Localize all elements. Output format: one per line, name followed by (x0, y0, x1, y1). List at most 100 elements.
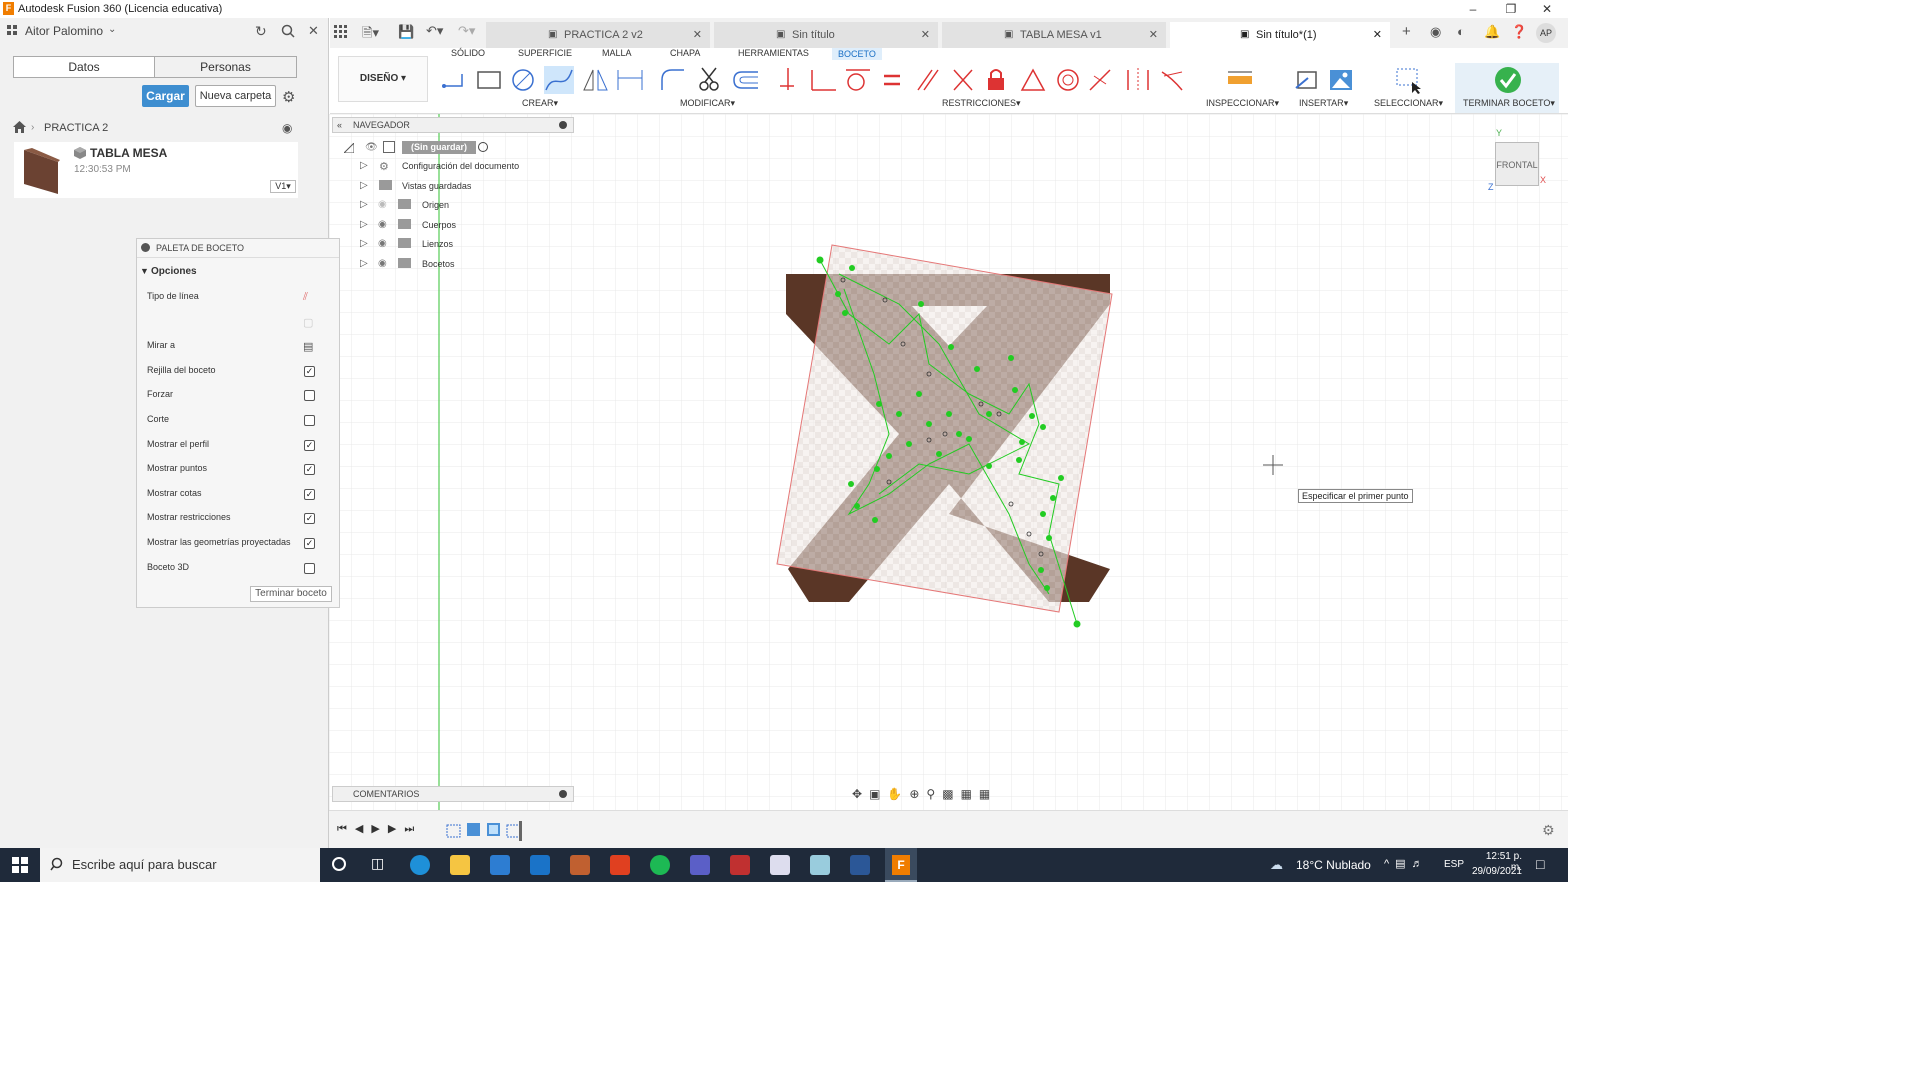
display-settings-icon[interactable]: ▩ (942, 787, 960, 801)
volume-icon[interactable]: ♬ (1412, 858, 1429, 870)
subtab-5[interactable]: BOCETO (832, 48, 882, 60)
word-icon[interactable] (850, 855, 870, 875)
gear-icon[interactable]: ⚙ (1542, 822, 1555, 839)
subtab-1[interactable]: SUPERFICIE (518, 48, 572, 58)
navigator-item[interactable]: Configuración del documento (402, 161, 519, 171)
new-folder-button[interactable]: Nueva carpeta (195, 85, 276, 107)
section-opciones[interactable]: Opciones (151, 266, 197, 277)
tree-expand-icon[interactable]: ▷ (360, 199, 368, 210)
windows-start-icon[interactable] (12, 857, 28, 876)
timeline-sketch-icon[interactable] (446, 824, 461, 838)
job-status-icon[interactable]: ◐ (1457, 24, 1465, 39)
palette-checkbox[interactable]: ✓ (304, 513, 315, 525)
navigator-item[interactable]: Vistas guardadas (402, 181, 471, 191)
fit-icon[interactable]: ⚲ (926, 787, 942, 801)
curvature-icon[interactable] (1161, 71, 1183, 91)
tab-personas[interactable]: Personas (154, 56, 297, 78)
version-badge[interactable]: V1▾ (270, 180, 296, 193)
pan-hand-icon[interactable]: ✋ (887, 787, 909, 801)
action-center-icon[interactable]: □ (1536, 856, 1544, 872)
close-tab-icon[interactable]: ✕ (693, 22, 702, 48)
coincident-icon[interactable] (811, 70, 836, 91)
subtab-0[interactable]: SÓLIDO (451, 48, 485, 58)
create-menu[interactable]: CREAR▾ (522, 98, 558, 109)
search-icon[interactable] (281, 24, 295, 41)
palette-checkbox[interactable]: ✓ (304, 488, 315, 500)
task-view-icon[interactable]: ◫ (371, 855, 384, 872)
orbit-icon[interactable]: ✥ (852, 787, 869, 801)
doc-tab-1[interactable]: ▣ Sin título ✕ (714, 22, 938, 48)
gear-icon[interactable]: ⚙ (282, 88, 295, 106)
inspect-menu[interactable]: INSPECCIONAR▾ (1206, 98, 1279, 109)
add-comment-icon[interactable] (559, 790, 567, 798)
tree-expand-icon[interactable]: ▷ (360, 180, 368, 191)
language-indicator[interactable]: ESP (1444, 859, 1464, 870)
navigator-item[interactable]: Lienzos (422, 239, 453, 249)
play-icon[interactable]: ▶ (371, 823, 387, 835)
rectangle-icon[interactable] (477, 71, 501, 89)
zoom-icon[interactable]: ⊕ (909, 787, 926, 801)
viewports-icon[interactable]: ▦ (979, 787, 997, 801)
edge-icon[interactable] (410, 855, 430, 875)
tab-datos[interactable]: Datos (13, 56, 155, 78)
select-menu[interactable]: SELECCIONAR▾ (1374, 98, 1443, 109)
insert-derive-icon[interactable] (1295, 71, 1317, 89)
refresh-icon[interactable]: ↻ (255, 23, 267, 40)
finish-sketch-button[interactable]: Terminar boceto (250, 586, 332, 602)
comments-panel[interactable]: COMENTARIOS (332, 786, 574, 802)
tree-expand-icon[interactable]: ▷ (360, 219, 368, 230)
eye-icon[interactable]: ◉ (378, 238, 387, 249)
grid-settings-icon[interactable]: ▦ (961, 787, 979, 801)
grid-apps-icon[interactable] (7, 25, 19, 37)
timeline-active-sketch-icon[interactable] (506, 824, 521, 838)
palette-checkbox[interactable] (304, 562, 315, 574)
save-icon[interactable]: 💾 (398, 24, 414, 40)
help-icon[interactable]: ❓ (1511, 24, 1527, 40)
doc-tab-2[interactable]: ▣ TABLA MESA v1 ✕ (942, 22, 1166, 48)
navigator-item[interactable]: Cuerpos (422, 220, 456, 230)
avatar[interactable]: AP (1536, 23, 1556, 43)
palette-checkbox[interactable]: ✓ (304, 538, 315, 549)
minimize-button[interactable]: – (1456, 0, 1490, 18)
timeline-canvas-icon[interactable] (467, 823, 480, 836)
notifications-icon[interactable]: 🔔 (1484, 24, 1500, 40)
fix-lock-icon[interactable] (988, 69, 1004, 90)
close-tab-icon[interactable]: ✕ (921, 22, 930, 48)
breadcrumb[interactable]: PRACTICA 2 (44, 122, 108, 134)
symmetry-icon[interactable] (1127, 68, 1149, 92)
cortana-icon[interactable] (332, 857, 346, 871)
measure-icon[interactable] (1226, 68, 1256, 92)
equal-icon[interactable] (884, 74, 900, 86)
horizontal-vertical-icon[interactable] (780, 68, 794, 90)
clock-date[interactable]: 29/09/2021 (1470, 866, 1522, 877)
navigator-item[interactable]: Origen (422, 200, 449, 210)
parallel-icon[interactable] (917, 69, 939, 91)
check-icon[interactable] (1494, 66, 1522, 94)
winrar-icon[interactable] (730, 855, 750, 875)
file-explorer-icon[interactable] (450, 855, 470, 875)
eye-icon[interactable]: ◉ (378, 219, 387, 230)
dimension-icon[interactable] (617, 70, 643, 90)
offset-icon[interactable] (733, 71, 758, 89)
fillet-icon[interactable] (661, 69, 684, 90)
doc-tab-3[interactable]: ▣ Sin título*(1) ✕ (1170, 22, 1390, 48)
insert-canvas-image-icon[interactable] (1330, 70, 1352, 90)
workspace-selector[interactable]: DISEÑO ▾ (338, 56, 428, 102)
canvas-viewport[interactable] (329, 114, 1568, 810)
extensions-icon[interactable]: ◉ (1430, 24, 1441, 40)
navigator-root[interactable]: (Sin guardar) (402, 141, 476, 154)
line-icon[interactable] (442, 74, 463, 88)
finish-sketch-menu[interactable]: TERMINAR BOCETO▾ (1463, 98, 1555, 109)
browser-navigator[interactable]: « NAVEGADOR (332, 117, 574, 133)
globe-icon[interactable]: ◉ (282, 121, 292, 135)
subtab-4[interactable]: HERRAMIENTAS (738, 48, 809, 58)
tree-expand-icon[interactable]: ▷ (360, 238, 368, 249)
spline-icon[interactable] (544, 66, 574, 94)
eye-icon[interactable]: ◉ (378, 258, 387, 269)
file-card[interactable]: TABLA MESA 12:30:53 PM V1▾ (14, 142, 298, 198)
fusion-taskbar-button[interactable]: F (885, 848, 917, 882)
select-box-icon[interactable] (1394, 66, 1424, 94)
navigator-item[interactable]: Bocetos (422, 259, 455, 269)
eye-icon[interactable]: 👁 (365, 142, 378, 153)
notepad-icon[interactable] (770, 855, 790, 875)
